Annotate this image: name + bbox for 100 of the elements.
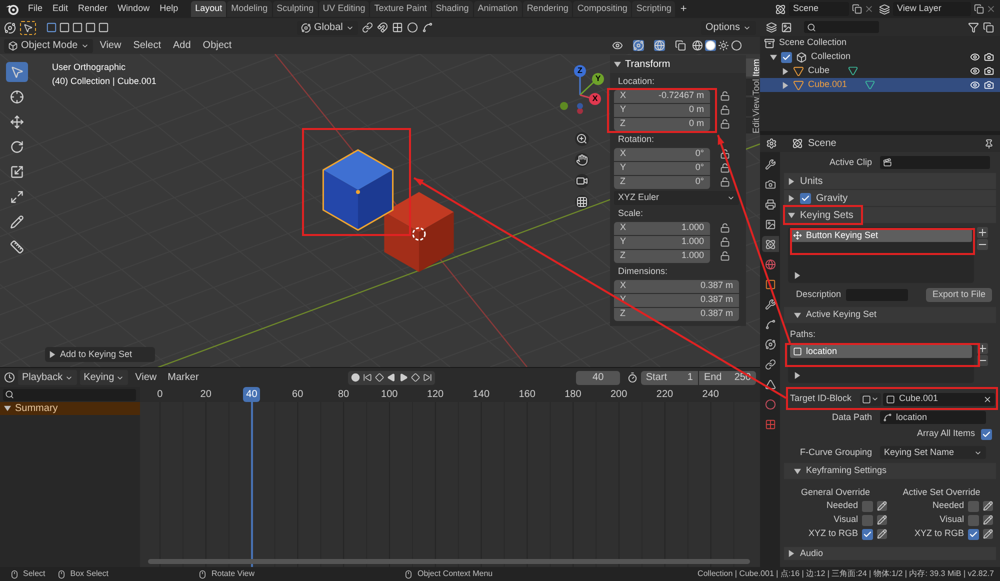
subpanel-header[interactable]: Keyframing Settings xyxy=(784,463,996,479)
scene-field[interactable]: Scene xyxy=(789,2,849,16)
workspace-tab[interactable]: Compositing xyxy=(573,1,632,17)
axis-y-handle[interactable]: Y xyxy=(592,73,604,85)
disclosure-triangle-icon[interactable] xyxy=(782,68,789,74)
disclosure-triangle-icon[interactable] xyxy=(788,550,795,557)
options-dropdown[interactable]: Options xyxy=(700,20,756,34)
workspace-tab[interactable]: Rendering xyxy=(522,1,572,17)
number-field[interactable]: Z 0 m xyxy=(614,118,710,130)
app-logo-icon[interactable] xyxy=(6,3,19,15)
workspace-tab[interactable]: Modeling xyxy=(227,1,272,17)
view-layer-icon[interactable] xyxy=(879,4,890,14)
selection-mode-icon[interactable] xyxy=(98,22,109,33)
add-workspace-button[interactable]: + xyxy=(676,0,691,18)
number-field[interactable]: Y 1.000 xyxy=(614,236,710,248)
menu-item[interactable]: Window xyxy=(112,2,155,16)
jump-start-icon[interactable] xyxy=(363,373,372,382)
number-field[interactable]: Y 0 m xyxy=(614,104,710,116)
proportional-edit-icon[interactable] xyxy=(406,22,418,33)
disclosure-triangle-icon[interactable] xyxy=(788,212,795,218)
workspace-tab[interactable]: Sculpting xyxy=(272,1,318,17)
jump-end-icon[interactable] xyxy=(423,373,432,382)
lock-icon[interactable] xyxy=(720,163,730,173)
list-expand-icon[interactable] xyxy=(794,272,801,279)
workspace-tab[interactable]: UV Editing xyxy=(318,1,370,17)
number-field[interactable]: X 0.387 m xyxy=(614,280,739,292)
lock-icon[interactable] xyxy=(720,119,730,129)
checkbox[interactable] xyxy=(968,500,979,512)
duplicate-icon[interactable] xyxy=(852,4,862,14)
filter-icon[interactable] xyxy=(968,22,979,32)
workspace-tab[interactable]: Animation xyxy=(474,1,522,17)
close-icon[interactable] xyxy=(864,4,874,14)
menu-item[interactable]: Marker xyxy=(164,370,203,385)
sidebar-tab[interactable]: Item xyxy=(746,59,760,77)
number-field[interactable]: Z 0° xyxy=(614,176,710,188)
search-field[interactable] xyxy=(3,388,136,400)
clip-field[interactable] xyxy=(880,156,990,169)
lock-icon[interactable] xyxy=(720,91,730,101)
play-icon[interactable] xyxy=(399,373,408,382)
scene-tab[interactable] xyxy=(762,236,778,252)
eyedropper-icon[interactable] xyxy=(877,515,887,525)
pan-hand-icon[interactable] xyxy=(575,153,589,167)
select-tool-button[interactable] xyxy=(20,20,36,34)
duplicate-icon[interactable] xyxy=(974,4,984,14)
eyedropper-icon[interactable] xyxy=(877,501,887,511)
menu-item[interactable]: Object xyxy=(198,38,237,53)
list-item[interactable]: Button Keying Set xyxy=(790,229,972,242)
snap-icon[interactable] xyxy=(376,22,388,33)
play-reverse-icon[interactable] xyxy=(387,373,396,382)
start-frame-field[interactable]: Start 1 xyxy=(640,370,698,384)
panel-header[interactable]: Audio xyxy=(784,547,996,560)
material-shading-icon[interactable] xyxy=(718,40,729,51)
scene-icon[interactable] xyxy=(775,4,786,14)
rotation-mode-dropdown[interactable]: XYZ Euler xyxy=(614,191,739,205)
lock-icon[interactable] xyxy=(720,223,730,233)
disclosure-triangle-icon[interactable] xyxy=(788,178,795,184)
pin-icon[interactable] xyxy=(984,138,994,148)
visibility-icon[interactable] xyxy=(612,40,623,51)
subpanel-header[interactable]: Active Keying Set xyxy=(784,307,996,323)
panel-header[interactable]: Units xyxy=(784,173,996,189)
gizmo-toggle-icon[interactable] xyxy=(633,40,644,51)
disclosure-triangle-icon[interactable] xyxy=(4,405,11,412)
workspace-tab[interactable]: Shading xyxy=(432,1,473,17)
disclosure-triangle-icon[interactable] xyxy=(49,351,56,358)
axis-z-handle[interactable]: Z xyxy=(574,65,586,77)
record-icon[interactable] xyxy=(351,373,360,382)
editor-type-icon[interactable] xyxy=(766,138,777,149)
checkbox[interactable] xyxy=(862,514,873,526)
lock-icon[interactable] xyxy=(720,149,730,159)
disclosure-triangle-icon[interactable] xyxy=(788,194,795,202)
menu-item[interactable]: Playback xyxy=(18,370,77,385)
number-field[interactable]: Z 1.000 xyxy=(614,250,710,262)
eyedropper-icon[interactable] xyxy=(983,529,993,539)
display-mode-icon[interactable] xyxy=(766,22,777,32)
workspace-tab[interactable]: Texture Paint xyxy=(370,1,431,17)
caret-icon[interactable] xyxy=(727,194,735,202)
search-field[interactable] xyxy=(804,21,879,33)
sidebar-tab[interactable]: Tool xyxy=(746,78,760,96)
lock-icon[interactable] xyxy=(720,105,730,115)
filter-mode-icon[interactable] xyxy=(781,22,792,32)
disclosure-triangle-icon[interactable] xyxy=(794,312,801,318)
menu-item[interactable]: Keying xyxy=(80,370,128,385)
menu-item[interactable]: View xyxy=(131,370,161,385)
menu-item[interactable]: Select xyxy=(128,38,166,53)
lock-icon[interactable] xyxy=(720,251,730,261)
disclosure-triangle-icon[interactable] xyxy=(614,60,621,68)
rendered-shading-icon[interactable] xyxy=(731,40,742,51)
outliner-row[interactable]: Collection xyxy=(760,50,1000,64)
grouping-dropdown[interactable]: Keying Set Name xyxy=(880,446,986,459)
checkbox[interactable] xyxy=(781,52,792,62)
overlay-toggle-icon[interactable] xyxy=(654,40,665,51)
selected-cube[interactable] xyxy=(322,149,394,231)
menu-item[interactable]: File xyxy=(23,2,48,16)
grid-view-icon[interactable] xyxy=(575,195,589,209)
eyedropper-icon[interactable] xyxy=(983,501,993,511)
checkbox[interactable] xyxy=(800,192,811,204)
channel-row[interactable]: Summary xyxy=(0,402,140,415)
menu-item[interactable]: Help xyxy=(154,2,184,16)
disclosure-triangle-icon[interactable] xyxy=(782,82,789,88)
selection-mode-icon[interactable] xyxy=(85,22,96,33)
